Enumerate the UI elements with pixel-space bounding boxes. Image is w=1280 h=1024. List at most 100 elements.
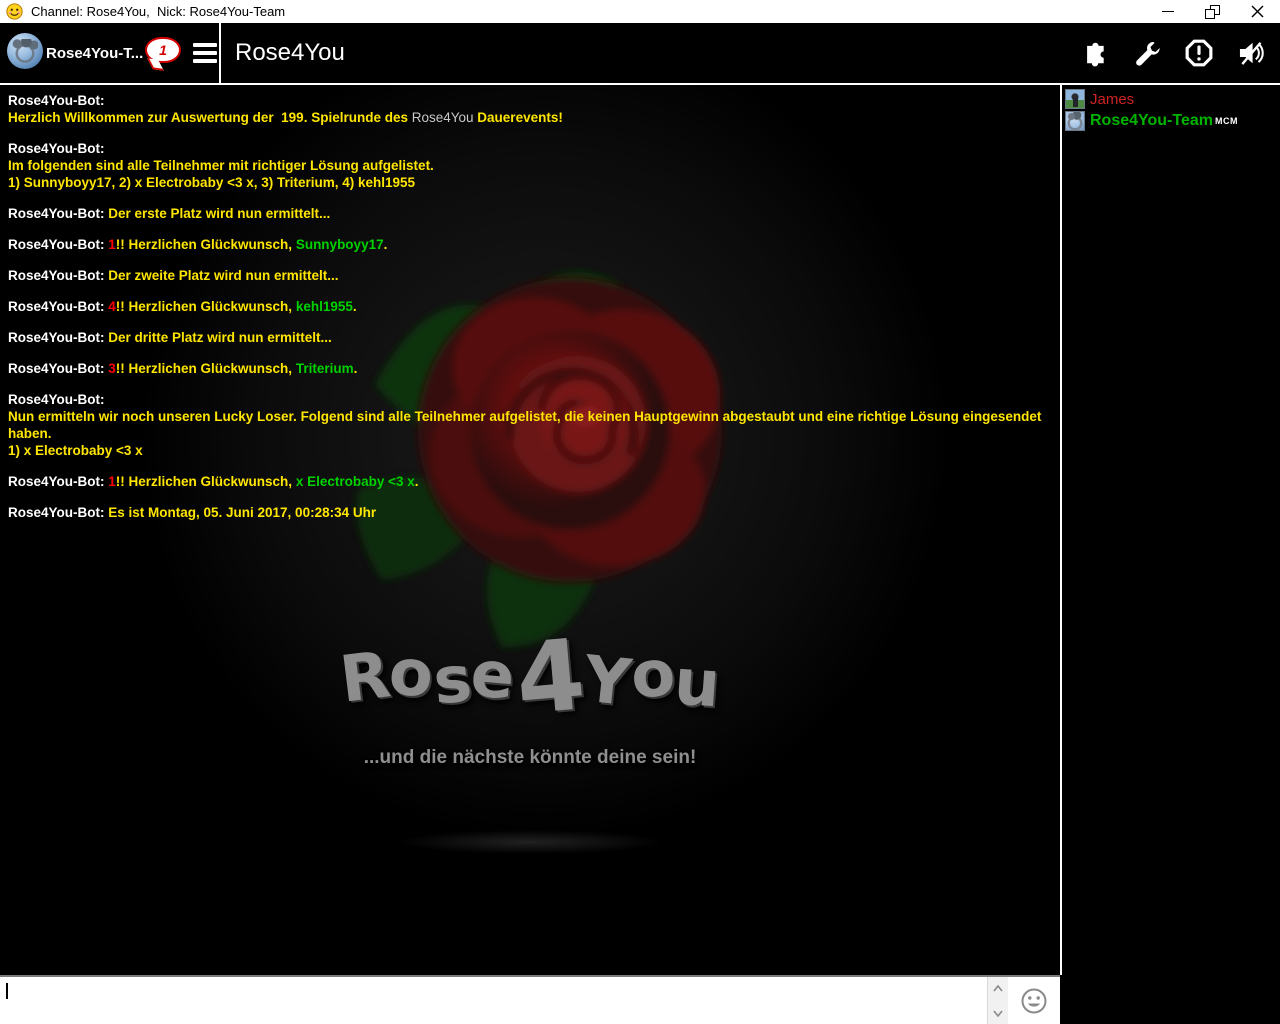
message-segment: 1: [108, 237, 116, 252]
message-line: Rose4You-Bot:: [8, 140, 1052, 157]
logo-letter: o: [386, 635, 436, 713]
logo-letter: Y: [579, 642, 634, 722]
badge-count: 1: [159, 42, 167, 58]
logo-letter: u: [671, 645, 723, 723]
close-button[interactable]: [1235, 0, 1280, 23]
user-name: James: [1090, 90, 1135, 108]
message-segment: !! Herzlichen Glückwunsch,: [115, 474, 296, 489]
composer-scrollbar[interactable]: [988, 977, 1008, 1024]
message-segment: Rose4You-Bot:: [8, 392, 105, 407]
message-line: 1) Sunnyboyy17, 2) x Electrobaby <3 x, 3…: [8, 174, 1052, 191]
message-segment: Nun ermitteln wir noch unseren Lucky Los…: [8, 409, 1046, 441]
minimize-button[interactable]: [1145, 0, 1190, 23]
message-segment: Triterium: [295, 361, 354, 376]
watermark-logo: Rose4You ...und die nächste könnte deine…: [330, 605, 730, 769]
alert-icon: [1185, 39, 1213, 67]
message-composer: [0, 975, 1060, 1024]
logo-shadow: [340, 825, 720, 859]
smiley-icon: [1021, 988, 1047, 1013]
sidebar-separator: [1060, 85, 1062, 975]
chat-message: Rose4You-Bot: Herzlich Willkommen zur Aus…: [8, 92, 1052, 126]
close-icon: [1251, 5, 1264, 18]
message-segment: Rose4You-Bot:: [8, 299, 109, 314]
logo-letter: o: [628, 636, 678, 714]
message-segment: Rose4You-Bot:: [8, 505, 109, 520]
channel-avatar[interactable]: [7, 33, 43, 69]
message-line: Im folgenden sind alle Teilnehmer mit ri…: [8, 157, 1052, 174]
avatar-doodle: [12, 39, 38, 63]
restore-button[interactable]: [1190, 0, 1235, 23]
logo-letter: e: [467, 637, 518, 715]
message-segment: Herzlich Willkommen zur Auswertung der 1…: [8, 110, 412, 125]
message-segment: Sunnyboyy17: [295, 237, 384, 252]
message-segment: Rose4You: [411, 110, 474, 125]
message-segment: !! Herzlichen Glückwunsch,: [115, 299, 296, 314]
chat-message: Rose4You-Bot: 1!! Herzlichen Glückwunsch…: [8, 473, 1052, 490]
chat-message: Rose4You-Bot: 1!! Herzlichen Glückwunsch…: [8, 236, 1052, 253]
message-segment: Rose4You-Bot:: [8, 141, 105, 156]
app-smiley-icon: [6, 3, 23, 20]
channel-name[interactable]: Rose4You-T...: [46, 45, 143, 62]
message-line: Rose4You-Bot: Es ist Montag, 05. Juni 20…: [8, 504, 1052, 521]
sound-mute-button[interactable]: [1236, 38, 1266, 68]
message-segment: Rose4You-Bot:: [8, 361, 109, 376]
message-segment: Rose4You-Bot:: [8, 93, 105, 108]
userlist-item[interactable]: Rose4You-Team MCM: [1065, 111, 1280, 131]
message-segment: !! Herzlichen Glückwunsch,: [115, 361, 296, 376]
alert-button[interactable]: [1184, 38, 1214, 68]
user-list: James Rose4You-Team MCM: [1062, 85, 1280, 1024]
message-line: Rose4You-Bot:: [8, 92, 1052, 109]
message-segment: .: [352, 299, 357, 314]
logo-text: Rose4You: [330, 605, 730, 738]
message-segment: 1: [108, 474, 116, 489]
header-divider: [219, 23, 221, 85]
chevron-up-icon: [993, 984, 1003, 991]
chat-area: Rose4You ...und die nächste könnte deine…: [0, 85, 1060, 975]
message-segment: Der dritte Platz wird nun ermittelt...: [108, 330, 332, 345]
message-line: Nun ermitteln wir noch unseren Lucky Los…: [8, 408, 1052, 442]
scroll-up-button[interactable]: [990, 980, 1006, 996]
message-segment: Rose4You-Bot:: [8, 268, 109, 283]
chat-message: Rose4You-Bot: Der erste Platz wird nun e…: [8, 205, 1052, 222]
userlist-item[interactable]: James: [1065, 89, 1280, 109]
window-title: Channel: Rose4You, Nick: Rose4You-Team: [31, 4, 286, 19]
message-segment: Rose4You-Bot:: [8, 330, 109, 345]
minimize-icon: [1161, 11, 1174, 12]
restore-icon: [1205, 4, 1220, 19]
logo-letter: R: [335, 638, 394, 718]
scroll-down-button[interactable]: [990, 1005, 1006, 1021]
chat-message: Rose4You-Bot: 4!! Herzlichen Glückwunsch…: [8, 298, 1052, 315]
chevron-down-icon: [993, 1010, 1003, 1017]
sound-muted-icon: [1239, 41, 1264, 65]
message-segment: Rose4You-Bot:: [8, 474, 109, 489]
message-line: 1) x Electrobaby <3 x: [8, 442, 1052, 459]
message-line: Rose4You-Bot: 1!! Herzlichen Glückwunsch…: [8, 236, 1052, 253]
message-segment: Rose4You-Bot:: [8, 206, 109, 221]
settings-button[interactable]: [1132, 38, 1162, 68]
chat-message: Rose4You-Bot: 3!! Herzlichen Glückwunsch…: [8, 360, 1052, 377]
message-line: Rose4You-Bot:: [8, 391, 1052, 408]
chat-message: Rose4You-Bot: Es ist Montag, 05. Juni 20…: [8, 504, 1052, 521]
message-count-badge[interactable]: 1: [145, 37, 181, 63]
chat-message: Rose4You-Bot: Der zweite Platz wird nun …: [8, 267, 1052, 284]
user-badge: MCM: [1215, 116, 1238, 126]
user-avatar: [1065, 89, 1085, 109]
message-line: Rose4You-Bot: Der erste Platz wird nun e…: [8, 205, 1052, 222]
message-segment: x Electrobaby <3 x: [295, 474, 415, 489]
message-list: Rose4You-Bot: Herzlich Willkommen zur Aus…: [0, 85, 1060, 521]
puzzle-icon: [1087, 42, 1104, 67]
user-name: Rose4You-Team: [1090, 112, 1213, 129]
message-segment: Dauerevents!: [473, 110, 563, 125]
message-input[interactable]: [0, 977, 987, 1024]
message-line: Herzlich Willkommen zur Auswertung der 1…: [8, 109, 1052, 126]
message-line: Rose4You-Bot: 1!! Herzlichen Glückwunsch…: [8, 473, 1052, 490]
wrench-icon: [1136, 41, 1160, 66]
message-segment: Der zweite Platz wird nun ermittelt...: [108, 268, 339, 283]
plugins-button[interactable]: [1080, 38, 1110, 68]
message-segment: 4: [108, 299, 116, 314]
composer-input-wrap: [0, 977, 988, 1024]
menu-button[interactable]: [193, 42, 217, 64]
emoji-button[interactable]: [1008, 977, 1060, 1024]
message-segment: !! Herzlichen Glückwunsch,: [115, 237, 296, 252]
window-titlebar: Channel: Rose4You, Nick: Rose4You-Team: [0, 0, 1280, 23]
